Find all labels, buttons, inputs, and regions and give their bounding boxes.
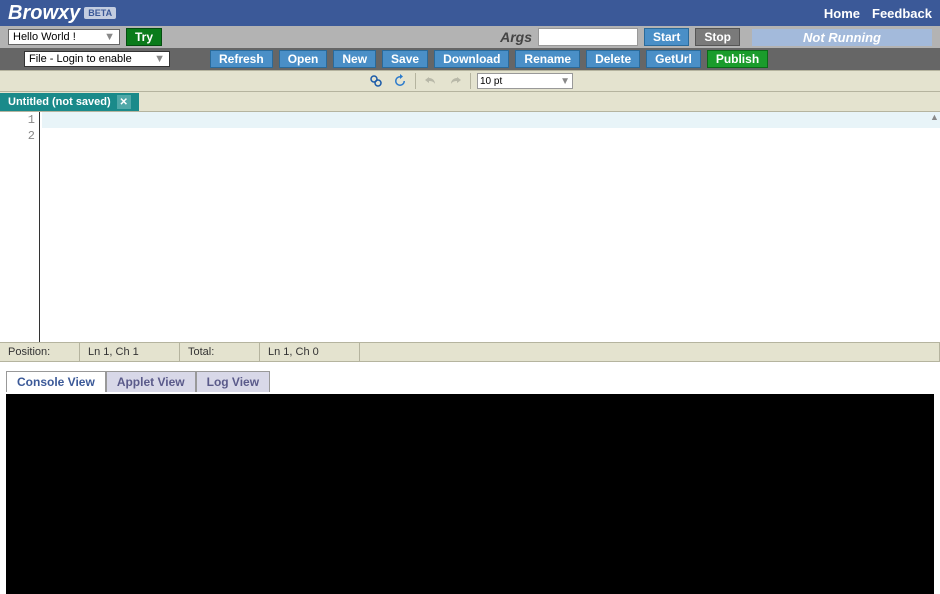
redo-icon[interactable] [446, 72, 464, 90]
tab-console[interactable]: Console View [6, 371, 106, 392]
publish-button[interactable]: Publish [707, 50, 768, 68]
tab-log[interactable]: Log View [196, 371, 270, 392]
new-button[interactable]: New [333, 50, 376, 68]
refresh-icon[interactable] [391, 72, 409, 90]
save-button[interactable]: Save [382, 50, 428, 68]
editor-toolbar: 10 pt ▼ [0, 70, 940, 92]
program-select-value: Hello World ! [13, 31, 76, 43]
stop-button[interactable]: Stop [695, 28, 740, 46]
total-label: Total: [180, 343, 260, 361]
run-toolbar: Hello World ! ▼ Try Args Start Stop Not … [0, 26, 940, 48]
console-output [6, 394, 934, 594]
nav-links: Home Feedback [824, 6, 932, 21]
line-gutter: 1 2 [0, 112, 40, 342]
program-select[interactable]: Hello World ! ▼ [8, 29, 120, 45]
geturl-button[interactable]: GetUrl [646, 50, 701, 68]
download-button[interactable]: Download [434, 50, 509, 68]
feedback-link[interactable]: Feedback [872, 6, 932, 21]
position-label: Position: [0, 343, 80, 361]
beta-badge: BETA [84, 7, 116, 19]
file-tab[interactable]: Untitled (not saved) ✕ [0, 93, 139, 111]
scroll-up-icon[interactable]: ▲ [930, 112, 940, 122]
close-icon[interactable]: ✕ [117, 95, 131, 109]
editor-statusbar: Position: Ln 1, Ch 1 Total: Ln 1, Ch 0 [0, 342, 940, 362]
tab-applet[interactable]: Applet View [106, 371, 196, 392]
delete-button[interactable]: Delete [586, 50, 640, 68]
line-number: 1 [0, 112, 35, 128]
total-value: Ln 1, Ch 0 [260, 343, 360, 361]
output-tabs: Console View Applet View Log View [0, 368, 940, 392]
chevron-down-icon: ▼ [560, 76, 570, 87]
file-menu-label: File - Login to enable [29, 53, 132, 65]
rename-button[interactable]: Rename [515, 50, 580, 68]
font-size-value: 10 pt [480, 76, 502, 87]
header-bar: Browxy BETA Home Feedback [0, 0, 940, 26]
logo: Browxy [8, 2, 80, 25]
refresh-button[interactable]: Refresh [210, 50, 273, 68]
chevron-down-icon: ▼ [104, 31, 115, 43]
undo-icon[interactable] [422, 72, 440, 90]
run-status: Not Running [752, 29, 932, 46]
file-tab-bar: Untitled (not saved) ✕ [0, 92, 940, 112]
file-menu[interactable]: File - Login to enable ▼ [24, 51, 170, 67]
font-size-select[interactable]: 10 pt ▼ [477, 73, 573, 89]
code-area[interactable] [40, 112, 940, 342]
position-value: Ln 1, Ch 1 [80, 343, 180, 361]
status-spacer [360, 343, 940, 361]
find-icon[interactable] [367, 72, 385, 90]
code-line[interactable] [42, 112, 940, 128]
open-button[interactable]: Open [279, 50, 328, 68]
args-input[interactable] [538, 28, 638, 46]
start-button[interactable]: Start [644, 28, 689, 46]
file-toolbar: File - Login to enable ▼ Refresh Open Ne… [0, 48, 940, 70]
file-tab-label: Untitled (not saved) [8, 96, 111, 108]
line-number: 2 [0, 128, 35, 144]
home-link[interactable]: Home [824, 6, 860, 21]
try-button[interactable]: Try [126, 28, 162, 46]
separator [470, 73, 471, 89]
chevron-down-icon: ▼ [154, 53, 165, 65]
args-label: Args [500, 29, 532, 45]
separator [415, 73, 416, 89]
code-editor[interactable]: 1 2 ▲ [0, 112, 940, 342]
